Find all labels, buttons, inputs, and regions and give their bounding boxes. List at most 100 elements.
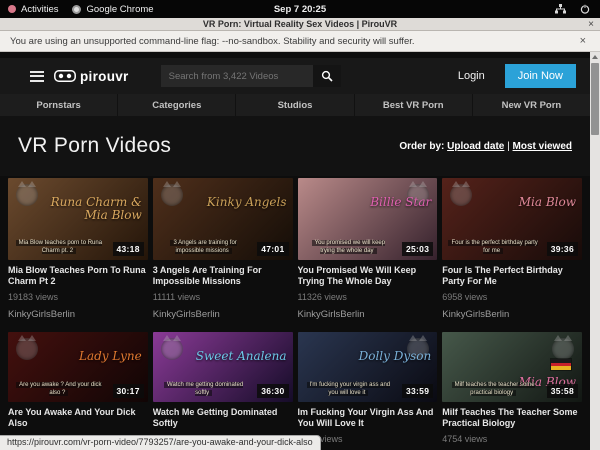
video-card[interactable]: Dolly Dyson I'm fucking your virgin ass … [298, 332, 438, 444]
duration-badge: 47:01 [257, 242, 288, 256]
search-box [161, 65, 341, 87]
video-thumbnail[interactable]: Runa Charm & Mia Blow Mia Blow teaches p… [8, 178, 148, 260]
studio-link[interactable]: KinkyGirlsBerlin [8, 309, 148, 320]
order-by-label: Order by: [399, 141, 444, 152]
status-url-bubble: https://pirouvr.com/vr-porn-video/779325… [0, 435, 321, 450]
video-title[interactable]: Four Is The Perfect Birthday Party For M… [442, 265, 582, 286]
clock[interactable]: Sep 7 20:25 [0, 4, 600, 15]
studio-link[interactable]: KinkyGirlsBerlin [442, 309, 582, 320]
video-card[interactable]: Kinky Angels 3 Angels are training for i… [153, 178, 293, 320]
main-nav: Pornstars Categories Studios Best VR Por… [0, 94, 590, 116]
duration-badge: 39:36 [547, 242, 578, 256]
duration-badge: 30:17 [113, 384, 144, 398]
thumbnail-overlay-text: Billie Star [338, 196, 432, 209]
chrome-infobar: You are using an unsupported command-lin… [0, 31, 600, 52]
scrollbar-thumb[interactable] [591, 63, 599, 135]
video-title[interactable]: Milf Teaches The Teacher Some Practical … [442, 407, 582, 428]
screen: Activities Google Chrome Sep 7 20:25 VR … [0, 0, 600, 450]
video-thumbnail[interactable]: Lady Lyne Are you awake ? And your dick … [8, 332, 148, 402]
nav-item-pornstars[interactable]: Pornstars [0, 94, 118, 116]
video-grid: Runa Charm & Mia Blow Mia Blow teaches p… [0, 176, 590, 444]
video-views: 4754 views [442, 434, 582, 444]
thumbnail-caption: You promised we will keep trying the who… [304, 239, 394, 255]
studio-watermark-icon [16, 338, 38, 360]
video-card[interactable]: Mia Blow Milf teaches the teacher some p… [442, 332, 582, 444]
nav-item-categories[interactable]: Categories [118, 94, 236, 116]
studio-watermark-icon [16, 184, 38, 206]
window-close-icon[interactable]: × [588, 18, 594, 31]
video-card[interactable]: Mia Blow Four is the perfect birthday pa… [442, 178, 582, 320]
studio-watermark-icon [552, 338, 574, 360]
infobar-close-icon[interactable]: × [576, 35, 590, 47]
thumbnail-caption: Watch me getting dominated softly [159, 381, 249, 397]
thumbnail-caption: Milf teaches the teacher some practical … [448, 381, 538, 397]
video-thumbnail[interactable]: Sweet Analena Watch me getting dominated… [153, 332, 293, 402]
video-title[interactable]: Im Fucking Your Virgin Ass And You Will … [298, 407, 438, 428]
order-by-upload-date-link[interactable]: Upload date [447, 141, 504, 152]
login-link[interactable]: Login [458, 70, 485, 82]
thumbnail-caption: Are you awake ? And your dick also ? [14, 381, 104, 397]
video-card[interactable]: Lady Lyne Are you awake ? And your dick … [8, 332, 148, 444]
vr-goggles-icon [54, 70, 76, 82]
nav-item-best-vr-porn[interactable]: Best VR Porn [355, 94, 473, 116]
duration-badge: 43:18 [113, 242, 144, 256]
order-by-most-viewed-link[interactable]: Most viewed [513, 141, 572, 152]
thumbnail-overlay-text: Mia Blow [482, 196, 576, 209]
page-header: VR Porn Videos Order by: Upload date | M… [0, 116, 590, 176]
studio-watermark-icon [161, 338, 183, 360]
window-title: VR Porn: Virtual Reality Sex Videos | Pi… [0, 19, 600, 29]
video-card[interactable]: Sweet Analena Watch me getting dominated… [153, 332, 293, 444]
video-views: 11111 views [153, 292, 293, 302]
infobar-message: You are using an unsupported command-lin… [10, 36, 576, 47]
thumbnail-overlay-text: Dolly Dyson [338, 350, 432, 363]
duration-badge: 36:30 [257, 384, 288, 398]
thumbnail-overlay-text: Sweet Analena [193, 350, 287, 363]
duration-badge: 33:59 [402, 384, 433, 398]
studio-watermark-icon [161, 184, 183, 206]
thumbnail-caption: Mia Blow teaches porn to Runa Charm pt. … [14, 239, 104, 255]
video-thumbnail[interactable]: Mia Blow Milf teaches the teacher some p… [442, 332, 582, 402]
order-by-separator: | [507, 141, 510, 152]
hamburger-menu-icon[interactable] [30, 71, 44, 82]
thumbnail-caption: 3 Angels are training for impossible mis… [159, 239, 249, 255]
search-input[interactable] [161, 65, 313, 87]
video-thumbnail[interactable]: Dolly Dyson I'm fucking your virgin ass … [298, 332, 438, 402]
thumbnail-overlay-text: Kinky Angels [193, 196, 287, 209]
thumbnail-caption: Four is the perfect birthday party for m… [448, 239, 538, 255]
video-title[interactable]: 3 Angels Are Training For Impossible Mis… [153, 265, 293, 286]
scrollbar[interactable] [590, 52, 600, 450]
german-flag-icon [550, 358, 572, 371]
studio-link[interactable]: KinkyGirlsBerlin [153, 309, 293, 320]
join-now-button[interactable]: Join Now [505, 64, 576, 88]
scrollbar-up-arrow-icon[interactable] [592, 55, 598, 59]
studio-watermark-icon [450, 184, 472, 206]
video-title[interactable]: Are You Awake And Your Dick Also [8, 407, 148, 428]
thumbnail-overlay-text: Runa Charm & Mia Blow [48, 196, 142, 222]
logo-text: pirouvr [80, 69, 129, 84]
studio-link[interactable]: KinkyGirlsBerlin [298, 309, 438, 320]
page-title: VR Porn Videos [18, 134, 171, 158]
nav-item-new-vr-porn[interactable]: New VR Porn [473, 94, 590, 116]
video-views: 19183 views [8, 292, 148, 302]
duration-badge: 35:58 [547, 384, 578, 398]
duration-badge: 25:03 [402, 242, 433, 256]
system-bar: Activities Google Chrome Sep 7 20:25 [0, 0, 600, 18]
nav-item-studios[interactable]: Studios [236, 94, 354, 116]
video-thumbnail[interactable]: Kinky Angels 3 Angels are training for i… [153, 178, 293, 260]
video-card[interactable]: Runa Charm & Mia Blow Mia Blow teaches p… [8, 178, 148, 320]
video-views: 6958 views [442, 292, 582, 302]
video-title[interactable]: You Promised We Will Keep Trying The Who… [298, 265, 438, 286]
thumbnail-caption: I'm fucking your virgin ass and you will… [304, 381, 394, 397]
video-card[interactable]: Billie Star You promised we will keep tr… [298, 178, 438, 320]
browser-viewport: pirouvr Login Join Now Pornstars Categor… [0, 52, 600, 450]
site-logo[interactable]: pirouvr [54, 69, 129, 84]
window-title-bar: VR Porn: Virtual Reality Sex Videos | Pi… [0, 18, 600, 31]
search-button[interactable] [313, 65, 341, 87]
order-by: Order by: Upload date | Most viewed [399, 141, 572, 152]
site-header: pirouvr Login Join Now [0, 58, 590, 94]
video-thumbnail[interactable]: Mia Blow Four is the perfect birthday pa… [442, 178, 582, 260]
video-title[interactable]: Mia Blow Teaches Porn To Runa Charm Pt 2 [8, 265, 148, 286]
video-title[interactable]: Watch Me Getting Dominated Softly [153, 407, 293, 428]
video-thumbnail[interactable]: Billie Star You promised we will keep tr… [298, 178, 438, 260]
search-icon [321, 70, 333, 82]
